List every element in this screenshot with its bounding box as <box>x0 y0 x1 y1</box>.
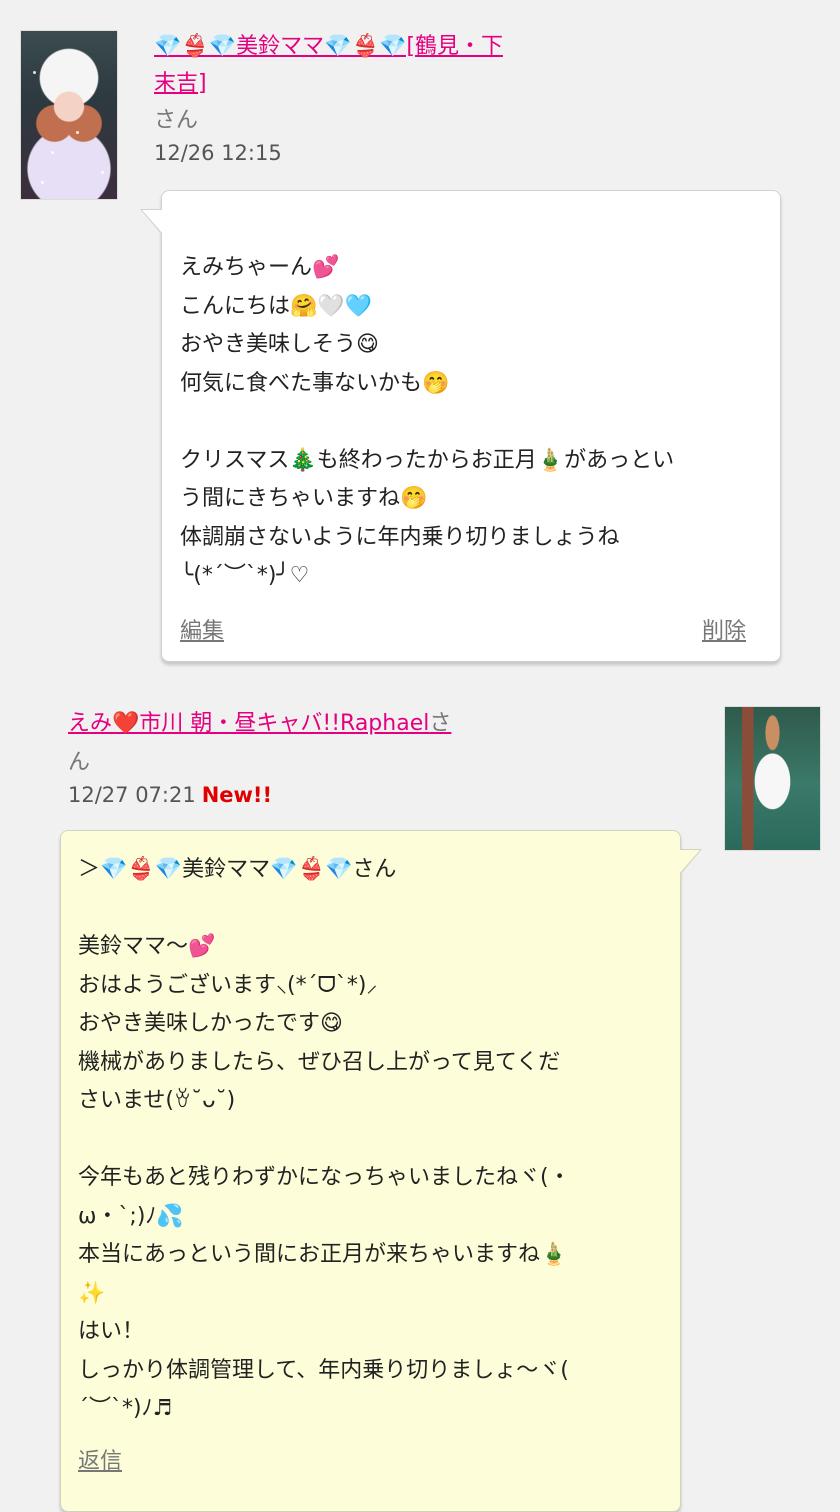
honorific-part: さ <box>429 711 452 736</box>
timestamp: 12/27 07:21 <box>68 783 196 807</box>
author-name-line2[interactable]: 末吉] <box>154 71 207 96</box>
message-line: おやき美味しかったです😋 <box>78 1011 343 1036</box>
message-line <box>78 1121 668 1160</box>
message-line <box>78 890 668 929</box>
message-line: おやき美味しそう😋 <box>180 332 379 357</box>
message-line: 今年もあと残りわずかになっちゃいましたねヾ(・ <box>78 1165 571 1190</box>
avatar[interactable] <box>724 706 821 851</box>
honorific: さん <box>154 108 199 133</box>
message-line: 何気に食べた事ないかも🤭 <box>180 370 450 396</box>
honorific-wrap: ん <box>68 750 91 775</box>
avatar[interactable] <box>20 30 118 200</box>
message-bubble: ＞💎👙💎美鈴ママ💎👙💎さん 美鈴ママ〜💕 おはようございます⸜(*ˊᗜˋ*)⸝ … <box>60 830 702 1512</box>
author-link[interactable]: 💎👙💎美鈴ママ💎👙💎[鶴見・下 末吉] <box>154 28 594 102</box>
message-line: 機械がありましたら、ぜひ召し上がって見てくだ <box>78 1049 561 1075</box>
author-name-line1[interactable]: 💎👙💎美鈴ママ💎👙💎[鶴見・下 <box>154 34 503 59</box>
message-body: えみちゃーん💕 こんにちは🤗🤍🩵 おやき美味しそう😋 何気に食べた事ないかも🤭 … <box>180 249 772 596</box>
message-line: 美鈴ママ〜💕 <box>78 934 216 959</box>
message-line: おはようございます⸜(*ˊᗜˋ*)⸝ <box>78 972 378 998</box>
message-line: さいませ(ꈊ˘ᴗ˘) <box>78 1088 236 1113</box>
message-line: クリスマス🎄も終わったからお正月🎍があっとい <box>180 447 675 473</box>
message-line: ´︶`*)ﾉ♬ <box>78 1396 173 1421</box>
timestamp: 12/26 12:15 <box>154 141 282 165</box>
message-line: ✨ <box>78 1280 106 1306</box>
message-line: はい！ <box>78 1319 145 1344</box>
timestamp-row: 12/27 07:21 New!! <box>68 783 272 807</box>
delete-link[interactable]: 削除 <box>702 613 746 652</box>
message-line: 体調崩さないように年内乗り切りましょうね <box>180 524 620 550</box>
message-line: ω・`;)ﾉ💦 <box>78 1203 184 1229</box>
new-badge: New!! <box>201 783 273 807</box>
message-line: えみちゃーん💕 <box>180 255 340 280</box>
edit-link[interactable]: 編集 <box>180 613 224 652</box>
message-bubble: えみちゃーん💕 こんにちは🤗🤍🩵 おやき美味しそう😋 何気に食べた事ないかも🤭 … <box>140 190 781 662</box>
author-name[interactable]: えみ❤️市川 朝・昼キャバ!!Raphael <box>68 711 429 736</box>
message-line: こんにちは🤗🤍🩵 <box>180 293 373 319</box>
message-line: う間にきちゃいますね🤭 <box>180 486 428 511</box>
message-body: ＞💎👙💎美鈴ママ💎👙💎さん 美鈴ママ〜💕 おはようございます⸜(*ˊᗜˋ*)⸝ … <box>78 851 668 1429</box>
message-line: しっかり体調管理して、年内乗り切りましょ〜ヾ( <box>78 1357 569 1383</box>
message-line <box>180 403 772 442</box>
reply-link[interactable]: 返信 <box>78 1443 122 1482</box>
author-link[interactable]: えみ❤️市川 朝・昼キャバ!!Raphaelさ <box>68 705 508 742</box>
message-line: 本当にあっという間にお正月が来ちゃいますね🎍 <box>78 1242 568 1267</box>
message-line: ╰(*´︶`*)╯♡ <box>180 563 310 588</box>
message-line: ＞💎👙💎美鈴ママ💎👙💎さん <box>78 857 397 882</box>
